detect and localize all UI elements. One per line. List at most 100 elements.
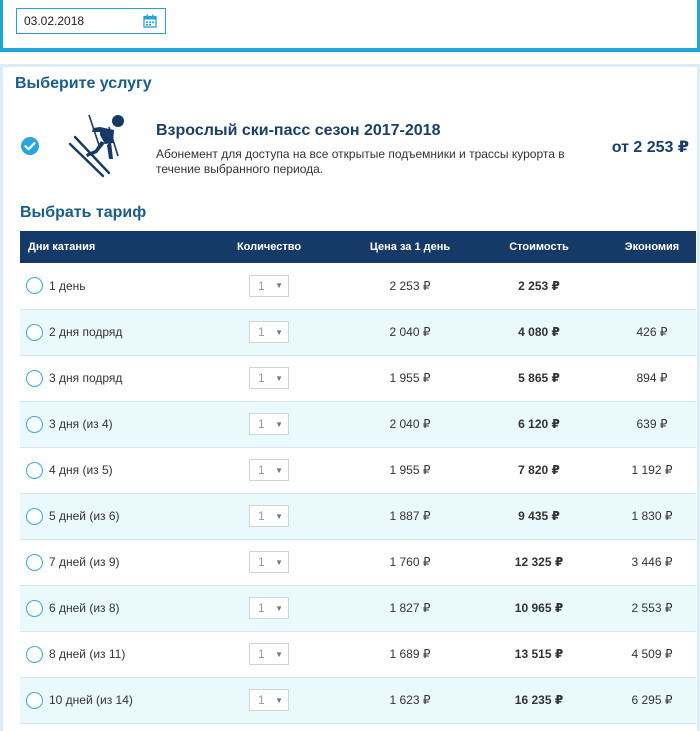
table-row[interactable]: 5 дней (из 6) 1 ▼ 1 887 ₽ 9 435 ₽ 1 830 ₽ (20, 493, 696, 540)
table-row[interactable]: 7 дней (из 9) 1 ▼ 1 760 ₽ 12 325 ₽ 3 446 … (20, 539, 696, 586)
header-cost: Стоимость (470, 231, 608, 263)
table-row[interactable]: 3 дня подряд 1 ▼ 1 955 ₽ 5 865 ₽ 894 ₽ (20, 355, 696, 402)
caret-down-icon: ▼ (275, 649, 283, 659)
table-row[interactable]: 2 дня подряд 1 ▼ 2 040 ₽ 4 080 ₽ 426 ₽ (20, 309, 696, 356)
caret-down-icon: ▼ (275, 603, 283, 613)
caret-down-icon: ▼ (275, 373, 283, 383)
caret-down-icon: ▼ (275, 695, 283, 705)
row-days: 4 дня (из 5) (49, 463, 113, 477)
caret-down-icon: ▼ (275, 281, 283, 291)
service-section-title: Выберите услугу (15, 75, 152, 92)
table-header: Дни катания Количество Цена за 1 день Ст… (20, 231, 696, 263)
row-cost: 2 253 ₽ (470, 263, 608, 310)
row-days: 8 дней (из 11) (49, 647, 126, 661)
row-price: 1 955 ₽ (350, 355, 470, 402)
row-cost: 6 120 ₽ (470, 401, 608, 448)
row-cost: 7 820 ₽ (470, 447, 608, 494)
quantity-select[interactable]: 1 ▼ (249, 505, 289, 527)
quantity-value: 1 (258, 509, 265, 523)
table-row[interactable]: 8 дней (из 11) 1 ▼ 1 689 ₽ 13 515 ₽ 4 509… (20, 631, 696, 678)
header-days: Дни катания (20, 231, 188, 263)
tariff-radio[interactable] (26, 415, 43, 433)
quantity-select[interactable]: 1 ▼ (249, 321, 289, 343)
quantity-select[interactable]: 1 ▼ (249, 367, 289, 389)
row-economy: 4 509 ₽ (608, 631, 696, 678)
row-days: 7 дней (из 9) (49, 555, 120, 569)
service-price: от 2 253 ₽ (611, 139, 689, 156)
table-row[interactable]: 10 дней (из 14) 1 ▼ 1 623 ₽ 16 235 ₽ 6 29… (20, 677, 696, 724)
tariff-radio[interactable] (26, 461, 43, 479)
row-price: 1 623 ₽ (350, 677, 470, 724)
row-days: 3 дня (из 4) (49, 417, 113, 431)
row-days: 10 дней (из 14) (49, 693, 133, 707)
header-price: Цена за 1 день (350, 231, 470, 263)
quantity-value: 1 (258, 647, 265, 661)
row-economy (608, 263, 696, 310)
service-panel: Выберите услугу Взрослый ски-пасс сезон … (0, 64, 700, 731)
table-row[interactable]: 4 дня (из 5) 1 ▼ 1 955 ₽ 7 820 ₽ 1 192 ₽ (20, 447, 696, 494)
row-economy: 2 553 ₽ (608, 585, 696, 632)
row-days: 5 дней (из 6) (49, 509, 120, 523)
quantity-value: 1 (258, 463, 265, 477)
quantity-select[interactable]: 1 ▼ (249, 643, 289, 665)
quantity-value: 1 (258, 417, 265, 431)
row-cost: 10 965 ₽ (470, 585, 608, 632)
quantity-select[interactable]: 1 ▼ (249, 689, 289, 711)
row-price: 2 040 ₽ (350, 309, 470, 356)
date-value: 03.02.2018 (24, 14, 85, 28)
row-price: 1 760 ₽ (350, 539, 470, 586)
tariff-radio[interactable] (26, 645, 43, 663)
row-cost: 12 325 ₽ (470, 539, 608, 586)
caret-down-icon: ▼ (275, 511, 283, 521)
tariff-radio[interactable] (26, 277, 43, 295)
tariff-section-title: Выбрать тариф (20, 204, 147, 221)
quantity-select[interactable]: 1 ▼ (249, 459, 289, 481)
row-economy: 1 192 ₽ (608, 447, 696, 494)
date-input[interactable]: 03.02.2018 (16, 8, 166, 34)
quantity-value: 1 (258, 601, 265, 615)
row-cost: 4 080 ₽ (470, 309, 608, 356)
caret-down-icon: ▼ (275, 465, 283, 475)
date-panel: 03.02.2018 (0, 0, 700, 52)
quantity-select[interactable]: 1 ▼ (249, 413, 289, 435)
row-days: 6 дней (из 8) (49, 601, 120, 615)
quantity-select[interactable]: 1 ▼ (249, 597, 289, 619)
row-price: 2 253 ₽ (350, 263, 470, 310)
table-row[interactable]: 1 день 1 ▼ 2 253 ₽ 2 253 ₽ (20, 263, 696, 310)
tariff-radio[interactable] (26, 369, 43, 387)
row-days: 1 день (49, 278, 86, 293)
quantity-value: 1 (258, 278, 265, 293)
table-row[interactable]: 6 дней (из 8) 1 ▼ 1 827 ₽ 10 965 ₽ 2 553 … (20, 585, 696, 632)
tariff-radio[interactable] (26, 507, 43, 525)
header-economy: Экономия (608, 231, 696, 263)
tariff-radio[interactable] (26, 691, 43, 709)
check-circle-icon[interactable] (20, 136, 40, 156)
tariff-radio[interactable] (26, 599, 43, 617)
row-economy: 6 295 ₽ (608, 677, 696, 724)
table-row[interactable]: 3 дня (из 4) 1 ▼ 2 040 ₽ 6 120 ₽ 639 ₽ (20, 401, 696, 448)
row-economy: 894 ₽ (608, 355, 696, 402)
row-economy: 639 ₽ (608, 401, 696, 448)
service-description: Абонемент для доступа на все открытые по… (156, 147, 565, 176)
quantity-value: 1 (258, 693, 265, 707)
tariff-radio[interactable] (26, 553, 43, 571)
row-cost: 5 865 ₽ (470, 355, 608, 402)
tariff-radio[interactable] (26, 323, 43, 341)
row-price: 1 827 ₽ (350, 585, 470, 632)
caret-down-icon: ▼ (275, 419, 283, 429)
quantity-select[interactable]: 1 ▼ (249, 274, 289, 297)
quantity-value: 1 (258, 555, 265, 569)
row-days: 2 дня подряд (49, 325, 123, 339)
calendar-icon[interactable] (143, 14, 157, 28)
row-cost: 16 235 ₽ (470, 677, 608, 724)
caret-down-icon: ▼ (275, 327, 283, 337)
quantity-select[interactable]: 1 ▼ (249, 551, 289, 573)
row-cost: 9 435 ₽ (470, 493, 608, 540)
row-economy: 1 830 ₽ (608, 493, 696, 540)
row-days: 3 дня подряд (49, 371, 123, 385)
row-price: 2 040 ₽ (350, 401, 470, 448)
row-price: 1 955 ₽ (350, 447, 470, 494)
row-economy: 3 446 ₽ (608, 539, 696, 586)
panel-divider (0, 48, 700, 52)
row-economy: 426 ₽ (608, 309, 696, 356)
